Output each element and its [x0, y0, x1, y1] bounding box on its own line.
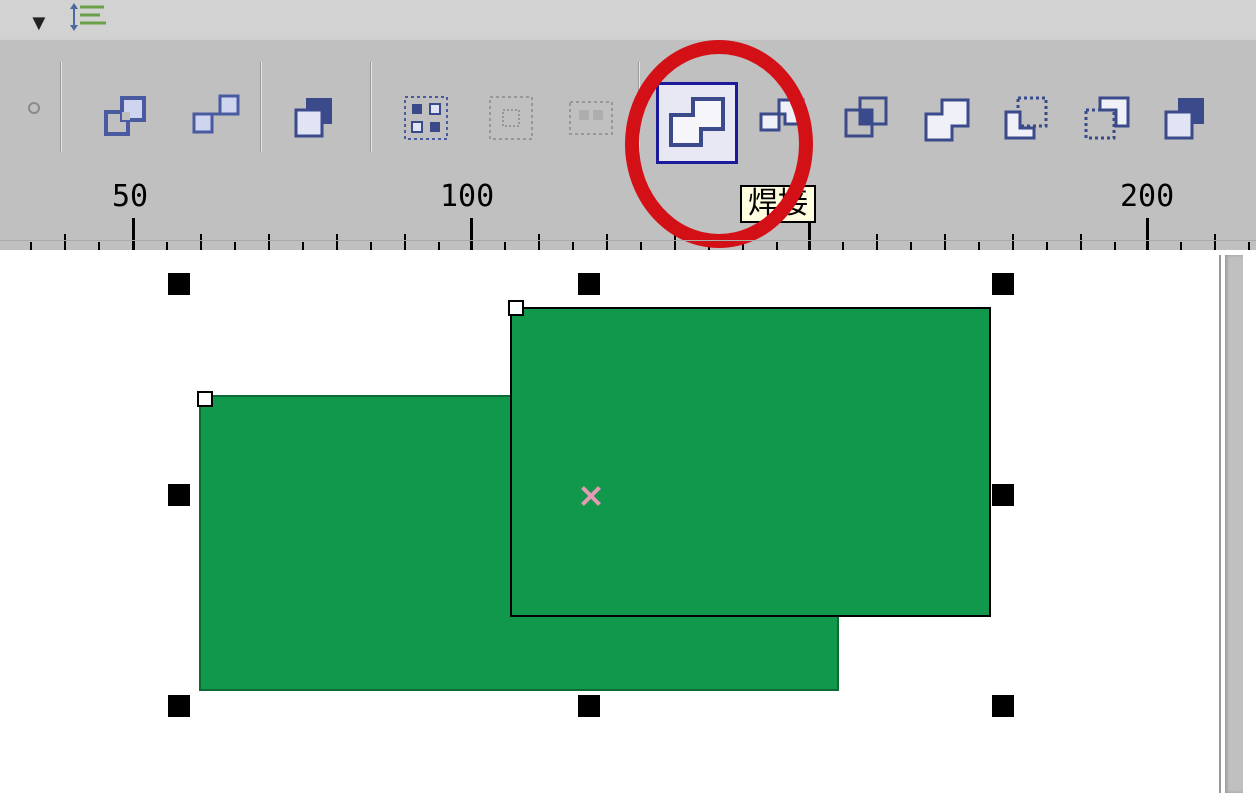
ruler-tick	[910, 242, 912, 250]
annotation-circle	[625, 40, 813, 248]
ruler-tick	[234, 242, 236, 250]
selection-handle[interactable]	[578, 695, 600, 717]
ruler-tick	[404, 234, 406, 250]
ruler-tick	[1180, 242, 1182, 250]
ruler-label: 200	[1120, 179, 1174, 214]
selection-handle[interactable]	[168, 484, 190, 506]
ruler-label: 100	[440, 179, 494, 214]
toolbar-separator	[260, 62, 263, 152]
guide-line	[0, 240, 1256, 241]
ruler-label: 50	[112, 179, 148, 214]
ruler-tick	[166, 242, 168, 250]
green-rectangle-front[interactable]	[510, 307, 991, 617]
ruler-tick	[776, 242, 778, 250]
ruler-tick	[132, 218, 135, 250]
origin-indicator-icon[interactable]	[28, 102, 40, 114]
ruler-tick	[200, 234, 202, 250]
ruler-tick	[978, 242, 980, 250]
menu-strip	[0, 0, 1256, 40]
ruler-tick	[1080, 234, 1082, 250]
ruler-tick	[944, 234, 946, 250]
selection-center-icon	[580, 486, 600, 506]
ruler-tick	[1248, 242, 1250, 250]
ruler-tick	[64, 234, 66, 250]
page-edge	[1219, 255, 1221, 793]
group-icon[interactable]	[290, 92, 345, 147]
selection-handle[interactable]	[168, 273, 190, 295]
align-center-icon	[485, 92, 540, 147]
ruler-tick	[268, 234, 270, 250]
ruler-tick	[1214, 234, 1216, 250]
back-minus-front-icon[interactable]	[1080, 92, 1135, 147]
ruler-tick	[1146, 218, 1149, 250]
ruler-tick	[842, 242, 844, 250]
front-minus-back-icon[interactable]	[1000, 92, 1055, 147]
combine-icon[interactable]	[100, 92, 155, 147]
node-handle[interactable]	[508, 300, 524, 316]
page-shadow	[1225, 255, 1243, 793]
selection-handle[interactable]	[992, 484, 1014, 506]
ruler-tick	[336, 234, 338, 250]
ruler-tick	[1012, 234, 1014, 250]
ruler-tick	[606, 234, 608, 250]
boundary-icon[interactable]	[1160, 92, 1215, 147]
toolbar-separator	[370, 62, 373, 152]
dropdown-arrow-icon[interactable]: ▼	[28, 10, 50, 36]
ruler-tick	[504, 242, 506, 250]
selection-handle[interactable]	[168, 695, 190, 717]
selection-handle[interactable]	[992, 695, 1014, 717]
simplify-icon[interactable]	[920, 92, 975, 147]
ruler-tick	[30, 242, 32, 250]
selection-handle[interactable]	[578, 273, 600, 295]
intersect-icon[interactable]	[840, 92, 895, 147]
ruler-tick	[1046, 242, 1048, 250]
ruler-tick	[1114, 242, 1116, 250]
ruler-tick	[538, 234, 540, 250]
ruler-tick	[438, 242, 440, 250]
ruler-tick	[370, 242, 372, 250]
break-apart-icon[interactable]	[190, 92, 245, 147]
ruler-tick	[640, 242, 642, 250]
node-handle[interactable]	[197, 391, 213, 407]
align-page-icon	[565, 92, 620, 147]
selection-handle[interactable]	[992, 273, 1014, 295]
ruler-tick	[98, 242, 100, 250]
toolbar-separator	[60, 62, 63, 152]
ruler-tick	[302, 242, 304, 250]
ruler-tick	[470, 218, 473, 250]
ruler-tick	[572, 242, 574, 250]
align-distribute-icon[interactable]	[400, 92, 455, 147]
linespacing-icon[interactable]	[70, 0, 120, 42]
horizontal-ruler[interactable]: 50 100 200	[0, 175, 1256, 250]
ruler-tick	[876, 234, 878, 250]
